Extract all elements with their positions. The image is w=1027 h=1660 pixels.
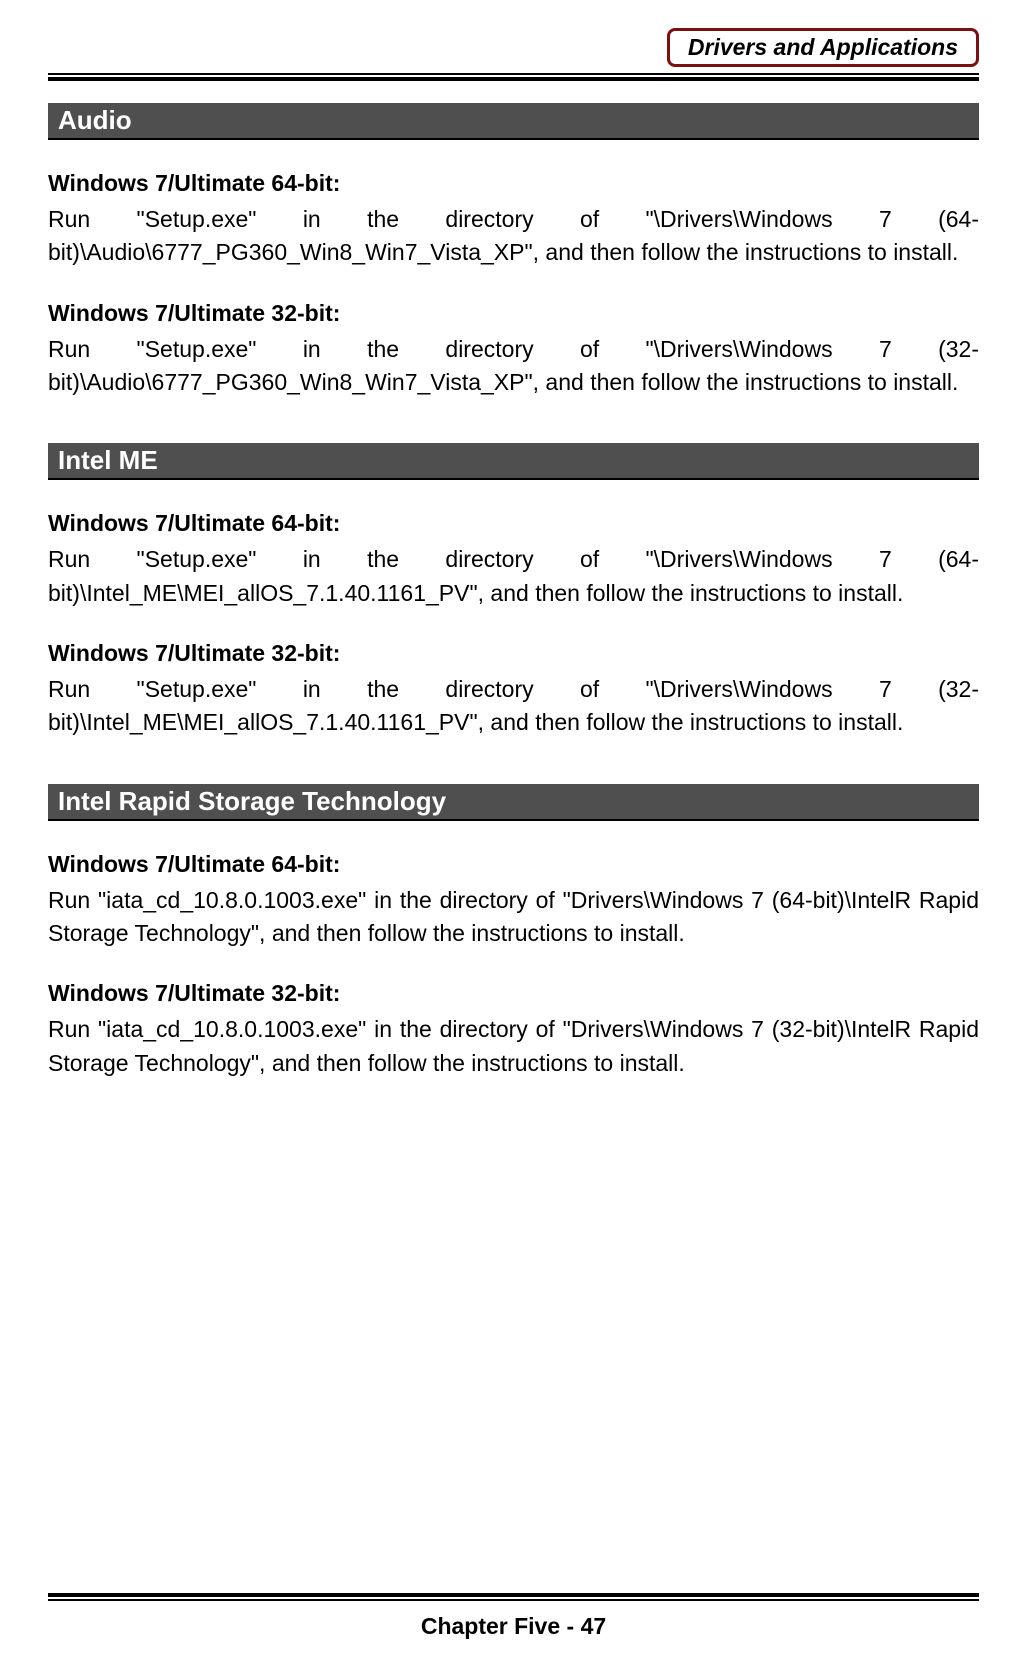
section-heading-audio: Audio	[48, 103, 979, 140]
body-text: Run "Setup.exe" in the directory of "\Dr…	[48, 333, 979, 400]
top-rule	[48, 73, 979, 81]
sub-heading: Windows 7/Ultimate 32-bit:	[48, 640, 979, 667]
sub-heading: Windows 7/Ultimate 64-bit:	[48, 510, 979, 537]
sub-heading: Windows 7/Ultimate 32-bit:	[48, 300, 979, 327]
sub-heading: Windows 7/Ultimate 32-bit:	[48, 980, 979, 1007]
body-text: Run "iata_cd_10.8.0.1003.exe" in the dir…	[48, 1013, 979, 1080]
section-heading-intel-rst: Intel Rapid Storage Technology	[48, 784, 979, 821]
section-heading-intel-me: Intel ME	[48, 443, 979, 480]
body-text: Run "Setup.exe" in the directory of "\Dr…	[48, 543, 979, 610]
body-text: Run "iata_cd_10.8.0.1003.exe" in the dir…	[48, 884, 979, 951]
sub-heading: Windows 7/Ultimate 64-bit:	[48, 851, 979, 878]
body-text: Run "Setup.exe" in the directory of "\Dr…	[48, 203, 979, 270]
body-text: Run "Setup.exe" in the directory of "\Dr…	[48, 673, 979, 740]
bottom-rule	[48, 1593, 979, 1601]
page-footer: Chapter Five - 47	[48, 1593, 979, 1640]
sub-heading: Windows 7/Ultimate 64-bit:	[48, 170, 979, 197]
chapter-badge: Drivers and Applications	[667, 28, 979, 67]
page-number: Chapter Five - 47	[48, 1613, 979, 1640]
